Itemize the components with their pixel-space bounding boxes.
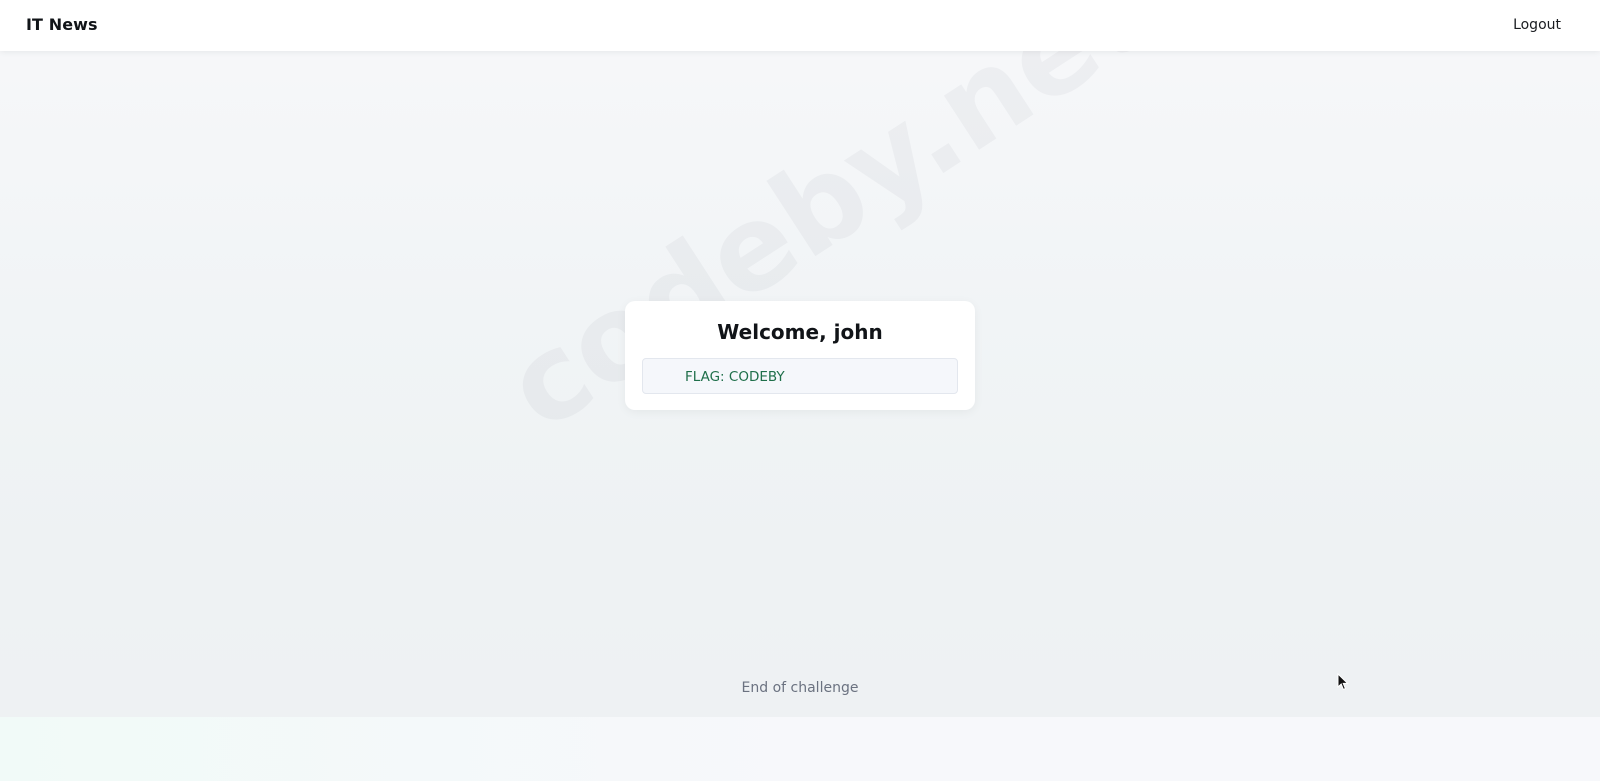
mouse-pointer-icon — [1337, 673, 1349, 691]
bottom-band — [0, 717, 1600, 781]
flag-text: FLAG: CODEBY — [685, 369, 785, 385]
welcome-card: Welcome, john FLAG: CODEBY — [625, 301, 975, 410]
logout-link[interactable]: Logout — [1513, 17, 1561, 33]
flag-box: FLAG: CODEBY — [642, 358, 958, 394]
top-navbar: IT News Logout — [0, 0, 1600, 51]
brand-logo[interactable]: IT News — [26, 15, 98, 34]
welcome-heading: Welcome, john — [717, 320, 883, 344]
footer-text: End of challenge — [741, 680, 859, 696]
